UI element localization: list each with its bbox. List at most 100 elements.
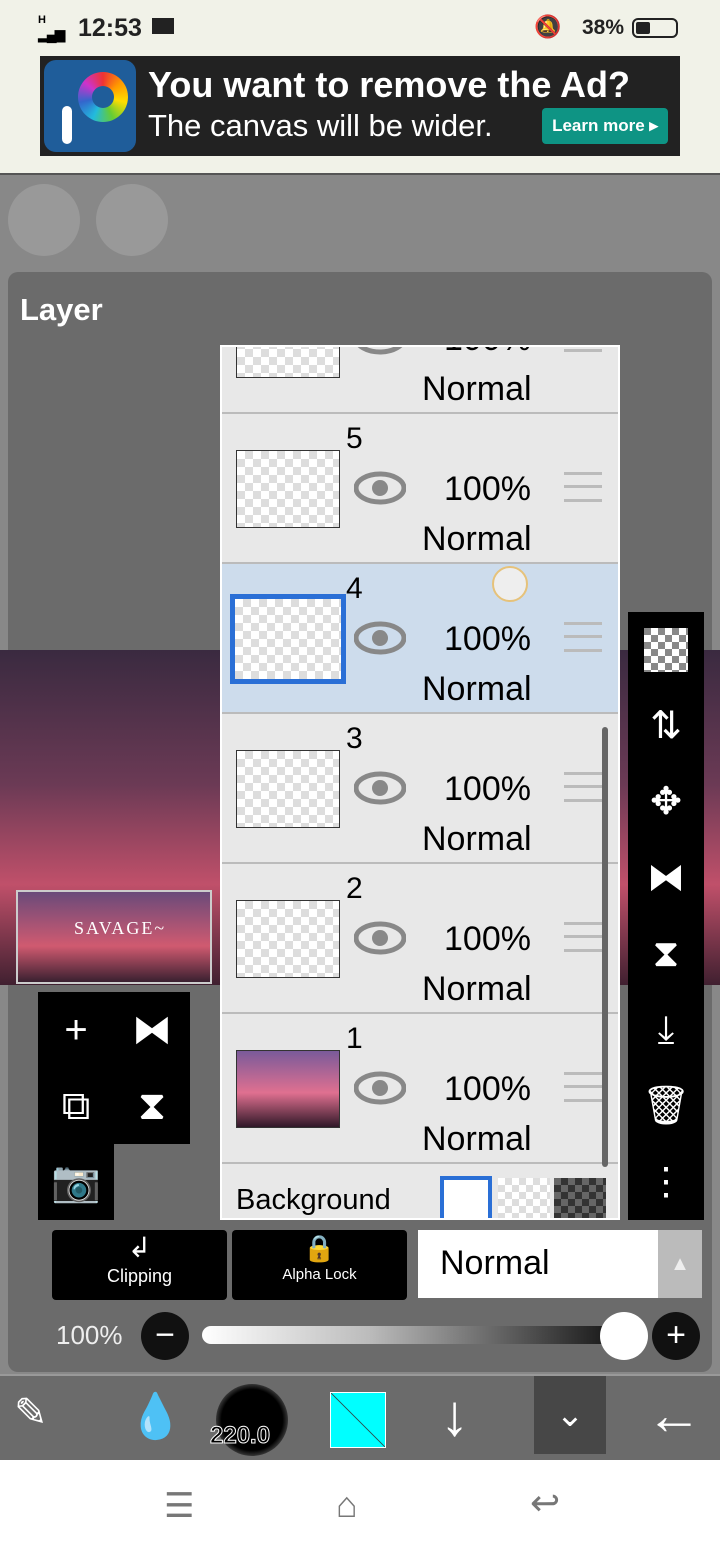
color-swatch[interactable] (330, 1392, 386, 1448)
layer-thumbnail (236, 450, 340, 528)
layer-blend-mode: Normal (422, 970, 532, 1008)
layer-blend-mode: Normal (422, 520, 532, 558)
signal-icon: ▂▄▆ (38, 26, 65, 42)
drag-handle-icon[interactable] (564, 347, 602, 352)
background-label: Background (236, 1184, 391, 1216)
decrease-opacity-button[interactable]: − (141, 1312, 189, 1360)
blend-mode-value: Normal (440, 1244, 550, 1282)
drag-handle-icon[interactable] (564, 772, 602, 802)
video-record-icon (152, 18, 174, 34)
clipping-arrow-icon: ↲ (127, 1232, 152, 1263)
blend-mode-select[interactable]: Normal ▲ (418, 1230, 702, 1298)
ad-banner[interactable]: You want to remove the Ad? The canvas wi… (40, 56, 680, 156)
layer-tools: ⇅ ✥ ⧓ ⧗ ⤓ 🗑 ⋮ (628, 612, 704, 1220)
clipping-label: Clipping (106, 1266, 173, 1286)
layer-opacity: 100% (444, 770, 531, 808)
clipping-button[interactable]: ↲ Clipping (52, 1230, 227, 1300)
battery-icon (632, 18, 678, 38)
layer-number: 4 (346, 572, 363, 605)
transparency-icon[interactable] (628, 612, 704, 688)
arrow-down-icon[interactable]: ↓ (440, 1382, 469, 1449)
ad-subtitle: The canvas will be wider. (148, 108, 493, 143)
layer-row[interactable]: 100% Normal (222, 345, 618, 414)
drag-handle-icon[interactable] (564, 622, 602, 652)
ibispaint-logo (44, 60, 136, 152)
learn-more-button[interactable]: Learn more ▸ (542, 108, 668, 144)
flip-horizontal-icon[interactable]: ⧓ (628, 840, 704, 916)
merge-down-icon[interactable]: ⤓ (628, 992, 704, 1068)
layer-opacity: 100% (444, 1070, 531, 1108)
eye-icon[interactable] (354, 770, 406, 806)
drag-handle-icon[interactable] (564, 922, 602, 952)
menu-icon[interactable]: ☰ (164, 1486, 194, 1526)
background-white-option[interactable] (440, 1176, 492, 1218)
eye-icon[interactable] (354, 920, 406, 956)
back-arrow-icon[interactable]: ← (646, 1382, 702, 1447)
lock-icon: 🔒 (303, 1233, 336, 1263)
background-row[interactable]: Background (222, 1164, 618, 1218)
eye-icon[interactable] (354, 1070, 406, 1106)
layer-thumbnail (236, 900, 340, 978)
background-transparent-option[interactable] (498, 1178, 550, 1218)
status-bar: H ▂▄▆ 12:53 🔕 38% You want to remove the… (0, 0, 720, 175)
brush-eraser-toggle-icon[interactable]: ✎ (14, 1390, 48, 1436)
layer-thumbnail (236, 750, 340, 828)
network-indicator: H (38, 14, 46, 26)
home-icon[interactable]: ⌂ (336, 1484, 358, 1526)
slider-thumb[interactable] (600, 1312, 648, 1360)
opacity-slider[interactable] (202, 1326, 622, 1344)
layer-row-1[interactable]: 1 100% Normal (222, 1014, 618, 1164)
layer-row-2[interactable]: 2 100% Normal (222, 864, 618, 1014)
system-nav-bar: ☰ ⌂ ↩ (0, 1460, 720, 1544)
layer-opacity: 100% (444, 620, 531, 658)
flip-vertical-icon[interactable]: ⧗ (114, 1068, 190, 1144)
undo-button[interactable] (8, 184, 80, 256)
layer-thumbnail (230, 594, 346, 684)
canvas-thumbnail[interactable]: SAVAGE~ (16, 890, 212, 984)
trash-icon[interactable]: 🗑 (628, 1068, 704, 1144)
layer-number: 5 (346, 422, 363, 455)
panel-title: Layer (20, 292, 103, 327)
duplicate-layer-icon[interactable]: ⧉ (38, 1068, 114, 1144)
add-layer-icon[interactable]: + (38, 992, 114, 1068)
layer-opacity: 100% (444, 470, 531, 508)
camera-icon[interactable]: 📷 (38, 1144, 114, 1220)
touch-indicator (492, 566, 528, 602)
layer-opacity: 100% (444, 347, 531, 359)
layer-row-4[interactable]: 4 100% Normal (222, 564, 618, 714)
bottom-toolbar: ✎ 💧 220.0 ↓ ⌄ ← (0, 1374, 720, 1460)
drag-handle-icon[interactable] (564, 1072, 602, 1102)
alpha-lock-button[interactable]: 🔒 Alpha Lock (232, 1230, 407, 1300)
mute-bell-icon: 🔕 (534, 14, 562, 39)
eye-icon[interactable] (354, 620, 406, 656)
opacity-label: 100% (56, 1320, 123, 1350)
alpha-lock-label: Alpha Lock (282, 1266, 357, 1283)
flip-horizontal-icon[interactable]: ⧓ (114, 992, 190, 1068)
move-icon[interactable]: ✥ (628, 764, 704, 840)
increase-opacity-button[interactable]: + (652, 1312, 700, 1360)
redo-button[interactable] (96, 184, 168, 256)
layer-row-3[interactable]: 3 100% Normal (222, 714, 618, 864)
brush-size-button[interactable]: 220.0 (209, 1384, 288, 1456)
ad-title: You want to remove the Ad? (148, 64, 631, 105)
eye-icon[interactable] (354, 470, 406, 506)
more-icon[interactable]: ⋮ (628, 1144, 704, 1220)
swap-layer-icon[interactable]: ⇅ (628, 688, 704, 764)
flip-vertical-icon[interactable]: ⧗ (628, 916, 704, 992)
layer-actions: + ⧓ ⧉ ⧗ 📷 (38, 992, 190, 1220)
layer-opacity: 100% (444, 920, 531, 958)
layer-blend-mode: Normal (422, 370, 532, 408)
drag-handle-icon[interactable] (564, 472, 602, 502)
eye-icon[interactable] (354, 345, 406, 356)
scrollbar[interactable] (602, 727, 608, 1167)
back-icon[interactable]: ↩ (530, 1482, 560, 1524)
dropdown-arrow-icon[interactable]: ▲ (658, 1230, 702, 1298)
layer-blend-mode: Normal (422, 1120, 532, 1158)
background-dark-option[interactable] (554, 1178, 606, 1218)
layer-list[interactable]: 100% Normal 5 100% Normal 4 100% Normal 3 100%… (220, 345, 620, 1220)
layer-number: 2 (346, 872, 363, 905)
collapse-icon[interactable]: ⌄ (534, 1376, 606, 1454)
layer-thumbnail (236, 347, 340, 378)
layer-row-5[interactable]: 5 100% Normal (222, 414, 618, 564)
dropper-icon[interactable]: 💧 (128, 1390, 183, 1442)
